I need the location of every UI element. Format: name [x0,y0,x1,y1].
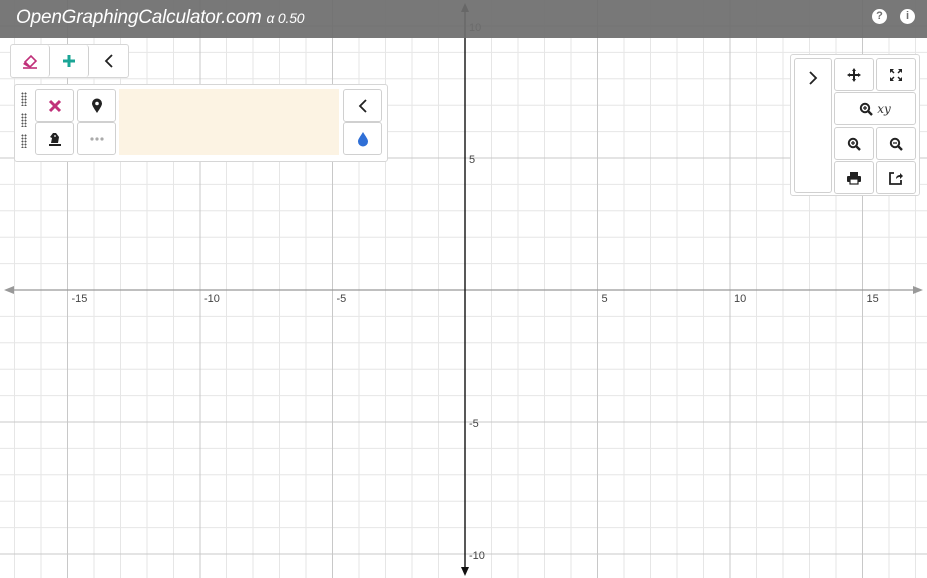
question-circle-icon[interactable]: ? [872,9,887,24]
print-icon [847,171,861,185]
expression-input[interactable] [119,89,339,155]
zoom-xy-button[interactable]: xy [834,92,916,125]
zoom-out-icon [889,137,903,151]
x-tick-label: 5 [602,293,608,305]
x-tick-label: -15 [72,293,88,305]
pan-move-icon [847,67,861,82]
zoom-xy-icon [860,102,874,116]
top-header: OpenGraphingCalculator.com α 0.50 ? i [0,0,927,38]
view-panel: xy [790,54,920,196]
y-tick-label: -10 [469,550,485,562]
chevron-left-icon [104,54,113,68]
y-axis-arrow-down [461,567,469,576]
chevron-right-icon [809,71,818,85]
color-drop-icon [357,131,368,146]
zoom-in-button[interactable] [834,127,874,160]
style-button[interactable] [35,122,74,155]
app-version: α 0.50 [266,10,305,26]
collapse-chevron-icon [358,98,367,113]
zoom-xy-label: xy [877,101,891,116]
point-button[interactable] [77,89,116,122]
eraser-button[interactable] [11,45,50,77]
app-title[interactable]: OpenGraphingCalculator.com α 0.50 [16,7,305,29]
info-circle-icon[interactable]: i [900,9,915,24]
x-axis-arrow-right [913,286,923,294]
fullscreen-button[interactable] [876,58,916,91]
more-options-button[interactable] [77,122,116,155]
y-tick-label: -5 [469,418,479,430]
drag-handle[interactable] [21,113,27,127]
share-icon [889,171,903,185]
drag-handle[interactable] [21,134,27,148]
x-axis-arrow-left [4,286,14,294]
collapse-toolbar-button[interactable] [89,45,128,77]
fullscreen-icon [890,68,902,81]
x-tick-label: -10 [204,293,220,305]
delete-expression-button[interactable] [35,89,74,122]
x-tick-label: 15 [867,293,879,305]
x-tick-label: -5 [337,293,347,305]
collapse-expression-button[interactable] [343,89,382,122]
zoom-out-button[interactable] [876,127,916,160]
main-toolbar [10,44,129,78]
plus-icon [63,55,75,67]
drag-handle[interactable] [21,92,27,106]
color-button[interactable] [343,122,382,155]
add-expression-button[interactable] [50,45,89,77]
eraser-icon [23,54,38,69]
x-tick-label: 10 [734,293,746,305]
delete-x-icon [48,99,61,112]
expression-panel [14,84,388,162]
share-button[interactable] [876,161,916,194]
collapse-view-panel-button[interactable] [794,58,832,193]
more-dots-icon [89,136,104,141]
print-button[interactable] [834,161,874,194]
y-tick-label: 5 [469,154,475,166]
zoom-in-icon [847,137,861,151]
chess-knight-icon [48,132,61,146]
pan-button[interactable] [834,58,874,91]
map-pin-icon [91,98,102,113]
